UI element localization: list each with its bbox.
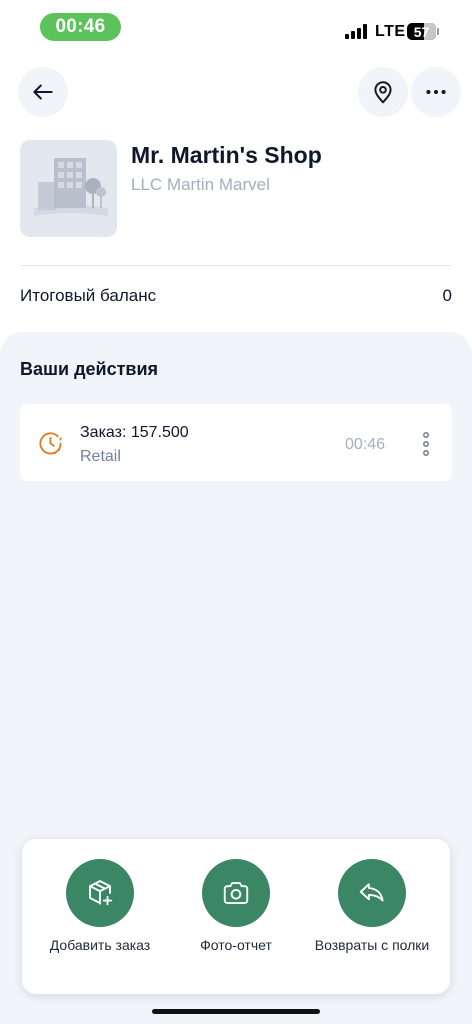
order-subtitle: Retail: [80, 448, 121, 465]
home-indicator[interactable]: [152, 1009, 320, 1014]
battery-level: 57: [413, 23, 430, 40]
actions-title: Ваши действия: [20, 359, 159, 379]
more-vertical-icon[interactable]: [418, 431, 434, 457]
map-pin-icon: [374, 81, 392, 104]
more-options-button[interactable]: [411, 67, 461, 117]
network-type: LTE: [375, 23, 406, 40]
action-item-order[interactable]: Заказ: 157.500 Retail 00:46: [20, 404, 452, 481]
divider: [20, 265, 452, 266]
order-time: 00:46: [345, 436, 386, 453]
location-button[interactable]: [358, 67, 408, 117]
photo-report-button[interactable]: Фото-отчет: [166, 859, 306, 979]
box-plus-icon: [89, 880, 113, 906]
bottom-action-panel: Добавить заказ Фото-отчет Возвраты с пол…: [22, 839, 450, 994]
clock-icon: [39, 432, 62, 455]
status-bar: 00:46 LTE 57: [0, 0, 472, 54]
add-order-label: Добавить заказ: [49, 937, 151, 953]
battery-cap: [437, 28, 439, 35]
add-order-button[interactable]: Добавить заказ: [30, 859, 170, 979]
shelf-returns-label: Возвраты с полки: [314, 937, 430, 953]
reply-arrow-icon: [359, 883, 384, 902]
shelf-returns-circle[interactable]: [338, 859, 406, 927]
shelf-returns-button[interactable]: Возвраты с полки: [302, 859, 442, 979]
battery-icon: 57: [407, 23, 436, 40]
add-order-circle[interactable]: [66, 859, 134, 927]
balance-label: Итоговый баланс: [20, 286, 157, 305]
signal-strength-icon: [345, 24, 369, 39]
back-button[interactable]: [18, 67, 68, 117]
building-placeholder-icon: [34, 158, 108, 216]
status-time: 00:46: [40, 13, 121, 41]
balance-value: 0: [442, 286, 452, 305]
shop-thumbnail: [20, 140, 117, 237]
arrow-left-icon: [33, 84, 53, 100]
shop-company: LLC Martin Marvel: [131, 175, 270, 194]
camera-icon: [223, 882, 249, 904]
more-horizontal-icon: [426, 89, 446, 95]
shop-name: Mr. Martin's Shop: [131, 142, 322, 168]
photo-report-label: Фото-отчет: [200, 937, 272, 953]
order-title: Заказ: 157.500: [80, 424, 189, 441]
photo-report-circle[interactable]: [202, 859, 270, 927]
